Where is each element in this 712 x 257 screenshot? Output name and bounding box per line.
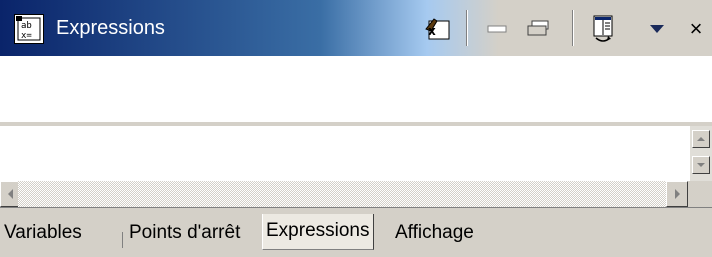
minimize-icon <box>487 25 507 33</box>
window-title: Expressions <box>56 17 165 39</box>
minimize-button[interactable] <box>483 14 511 44</box>
svg-text:ab: ab <box>21 21 32 31</box>
vertical-scrollbar[interactable] <box>690 126 712 181</box>
arrow-right-icon <box>674 189 680 199</box>
arrow-left-icon <box>7 189 13 199</box>
tab-bar: Variables Points d'arrêt Expressions Aff… <box>0 207 712 257</box>
restore-icon <box>527 20 549 36</box>
expressions-edit-pane[interactable] <box>0 56 712 122</box>
scroll-right-button[interactable] <box>666 181 688 207</box>
add-expression-button[interactable]: x <box>420 14 456 44</box>
toggle-layout-icon <box>593 15 613 42</box>
scrollbar-corner <box>690 181 712 207</box>
tab-affichage[interactable]: Affichage <box>395 216 474 250</box>
close-button[interactable]: × <box>684 14 708 44</box>
restore-button[interactable] <box>524 14 554 44</box>
expressions-list-pane[interactable] <box>0 126 690 181</box>
arrow-up-icon <box>697 137 705 141</box>
toggle-layout-button[interactable] <box>585 14 621 44</box>
scroll-left-button[interactable] <box>0 181 20 207</box>
scroll-up-button[interactable] <box>692 130 710 148</box>
tab-divider <box>122 232 123 248</box>
arrow-down-icon <box>697 163 705 167</box>
expressions-window-icon: ab x= <box>14 14 44 44</box>
toolbar-separator <box>466 10 468 46</box>
svg-text:x=: x= <box>21 31 32 41</box>
toolbar-separator <box>572 10 574 46</box>
scroll-down-button[interactable] <box>692 156 710 174</box>
title-bar: ab x= Expressions x × <box>0 0 712 56</box>
add-expression-icon: x <box>425 18 450 40</box>
dropdown-arrow-icon <box>650 25 664 33</box>
svg-text:x: x <box>428 24 436 38</box>
tab-expressions[interactable]: Expressions <box>262 214 374 250</box>
dropdown-button[interactable] <box>645 14 669 44</box>
tab-points-arret[interactable]: Points d'arrêt <box>129 216 240 250</box>
horizontal-scroll-track[interactable] <box>18 181 668 207</box>
tab-variables[interactable]: Variables <box>4 216 82 250</box>
